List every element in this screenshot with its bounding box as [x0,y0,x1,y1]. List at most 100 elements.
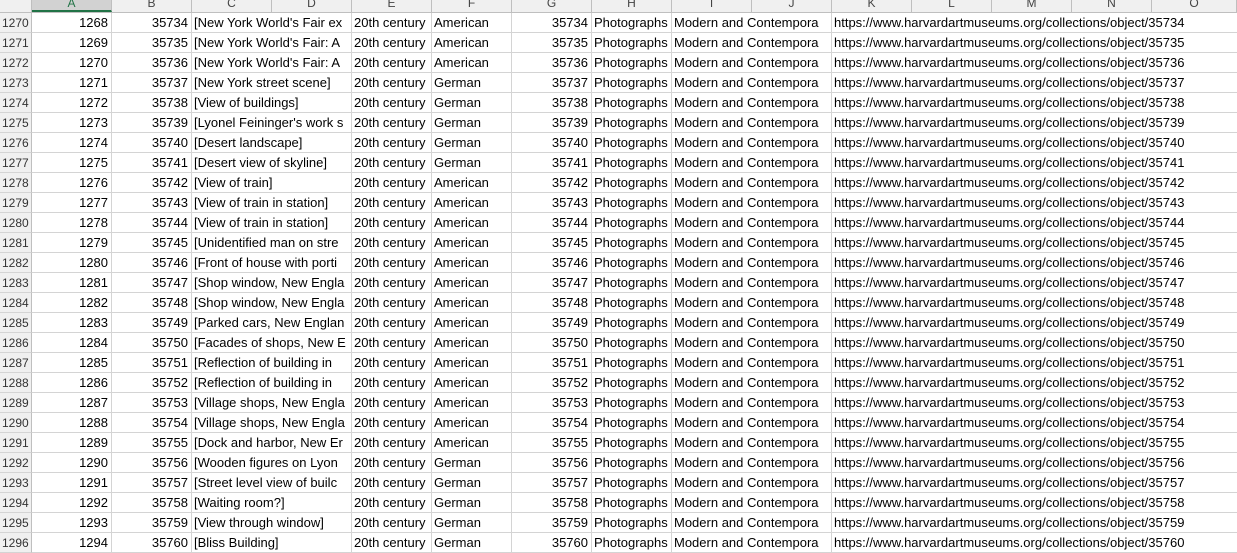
row-header[interactable]: 1288 [0,373,32,393]
cell-f[interactable]: German [432,133,512,153]
cell-g[interactable]: 35756 [512,453,592,473]
column-header-l[interactable]: L [912,0,992,12]
cell-a[interactable]: 1273 [32,113,112,133]
cell-i[interactable]: Modern and Contempora [672,13,832,33]
cell-a[interactable]: 1285 [32,353,112,373]
cell-c[interactable]: [Lyonel Feininger's work s [192,113,352,133]
row-header[interactable]: 1281 [0,233,32,253]
cell-h[interactable]: Photographs [592,473,672,493]
cell-b[interactable]: 35750 [112,333,192,353]
cell-i[interactable]: Modern and Contempora [672,473,832,493]
column-header-m[interactable]: M [992,0,1072,12]
cell-h[interactable]: Photographs [592,13,672,33]
cell-c[interactable]: [Front of house with porti [192,253,352,273]
cell-g[interactable]: 35753 [512,393,592,413]
cell-c[interactable]: [Village shops, New Engla [192,393,352,413]
row-header[interactable]: 1285 [0,313,32,333]
cell-h[interactable]: Photographs [592,113,672,133]
cell-e[interactable]: 20th century [352,473,432,493]
cell-c[interactable]: [Reflection of building in [192,373,352,393]
cell-a[interactable]: 1274 [32,133,112,153]
cell-f[interactable]: American [432,273,512,293]
cell-h[interactable]: Photographs [592,193,672,213]
select-all-corner[interactable] [0,0,32,12]
cell-a[interactable]: 1294 [32,533,112,553]
cell-e[interactable]: 20th century [352,153,432,173]
cell-a[interactable]: 1270 [32,53,112,73]
cell-k[interactable]: https://www.harvardartmuseums.org/collec… [832,53,1237,73]
cell-b[interactable]: 35741 [112,153,192,173]
cell-a[interactable]: 1278 [32,213,112,233]
row-header[interactable]: 1277 [0,153,32,173]
cell-c[interactable]: [View of buildings] [192,93,352,113]
cell-f[interactable]: German [432,113,512,133]
cell-a[interactable]: 1283 [32,313,112,333]
cell-h[interactable]: Photographs [592,373,672,393]
cell-i[interactable]: Modern and Contempora [672,253,832,273]
cell-a[interactable]: 1291 [32,473,112,493]
row-header[interactable]: 1272 [0,53,32,73]
row-header[interactable]: 1290 [0,413,32,433]
cell-h[interactable]: Photographs [592,333,672,353]
cell-f[interactable]: American [432,193,512,213]
row-header[interactable]: 1293 [0,473,32,493]
cell-c[interactable]: [Shop window, New Engla [192,273,352,293]
cell-h[interactable]: Photographs [592,53,672,73]
column-header-o[interactable]: O [1152,0,1237,12]
cell-k[interactable]: https://www.harvardartmuseums.org/collec… [832,33,1237,53]
cell-i[interactable]: Modern and Contempora [672,353,832,373]
cell-h[interactable]: Photographs [592,293,672,313]
cell-f[interactable]: American [432,253,512,273]
cell-a[interactable]: 1269 [32,33,112,53]
cell-h[interactable]: Photographs [592,173,672,193]
cell-h[interactable]: Photographs [592,453,672,473]
cell-g[interactable]: 35737 [512,73,592,93]
row-header[interactable]: 1286 [0,333,32,353]
cell-c[interactable]: [New York World's Fair: A [192,53,352,73]
cell-b[interactable]: 35737 [112,73,192,93]
cell-h[interactable]: Photographs [592,253,672,273]
row-header[interactable]: 1279 [0,193,32,213]
cell-b[interactable]: 35757 [112,473,192,493]
cell-h[interactable]: Photographs [592,493,672,513]
row-header[interactable]: 1276 [0,133,32,153]
cell-i[interactable]: Modern and Contempora [672,373,832,393]
row-header[interactable]: 1280 [0,213,32,233]
row-header[interactable]: 1289 [0,393,32,413]
cell-h[interactable]: Photographs [592,133,672,153]
cell-e[interactable]: 20th century [352,373,432,393]
row-header[interactable]: 1294 [0,493,32,513]
cell-k[interactable]: https://www.harvardartmuseums.org/collec… [832,513,1237,533]
cell-a[interactable]: 1290 [32,453,112,473]
cell-e[interactable]: 20th century [352,413,432,433]
cell-f[interactable]: American [432,353,512,373]
cell-b[interactable]: 35756 [112,453,192,473]
cell-c[interactable]: [New York World's Fair ex [192,13,352,33]
cell-i[interactable]: Modern and Contempora [672,493,832,513]
cell-i[interactable]: Modern and Contempora [672,273,832,293]
cell-k[interactable]: https://www.harvardartmuseums.org/collec… [832,93,1237,113]
cell-i[interactable]: Modern and Contempora [672,113,832,133]
cell-i[interactable]: Modern and Contempora [672,73,832,93]
row-header[interactable]: 1295 [0,513,32,533]
cell-i[interactable]: Modern and Contempora [672,453,832,473]
cell-g[interactable]: 35759 [512,513,592,533]
cell-c[interactable]: [Desert view of skyline] [192,153,352,173]
cell-a[interactable]: 1279 [32,233,112,253]
cell-k[interactable]: https://www.harvardartmuseums.org/collec… [832,453,1237,473]
cell-f[interactable]: American [432,293,512,313]
cell-k[interactable]: https://www.harvardartmuseums.org/collec… [832,73,1237,93]
cell-c[interactable]: [View of train in station] [192,193,352,213]
cell-f[interactable]: American [432,33,512,53]
cell-f[interactable]: German [432,533,512,553]
cell-c[interactable]: [View of train] [192,173,352,193]
cell-f[interactable]: American [432,173,512,193]
cell-f[interactable]: American [432,373,512,393]
cell-a[interactable]: 1284 [32,333,112,353]
cell-g[interactable]: 35757 [512,473,592,493]
row-header[interactable]: 1275 [0,113,32,133]
cell-e[interactable]: 20th century [352,93,432,113]
row-header[interactable]: 1274 [0,93,32,113]
cell-e[interactable]: 20th century [352,513,432,533]
cell-b[interactable]: 35736 [112,53,192,73]
